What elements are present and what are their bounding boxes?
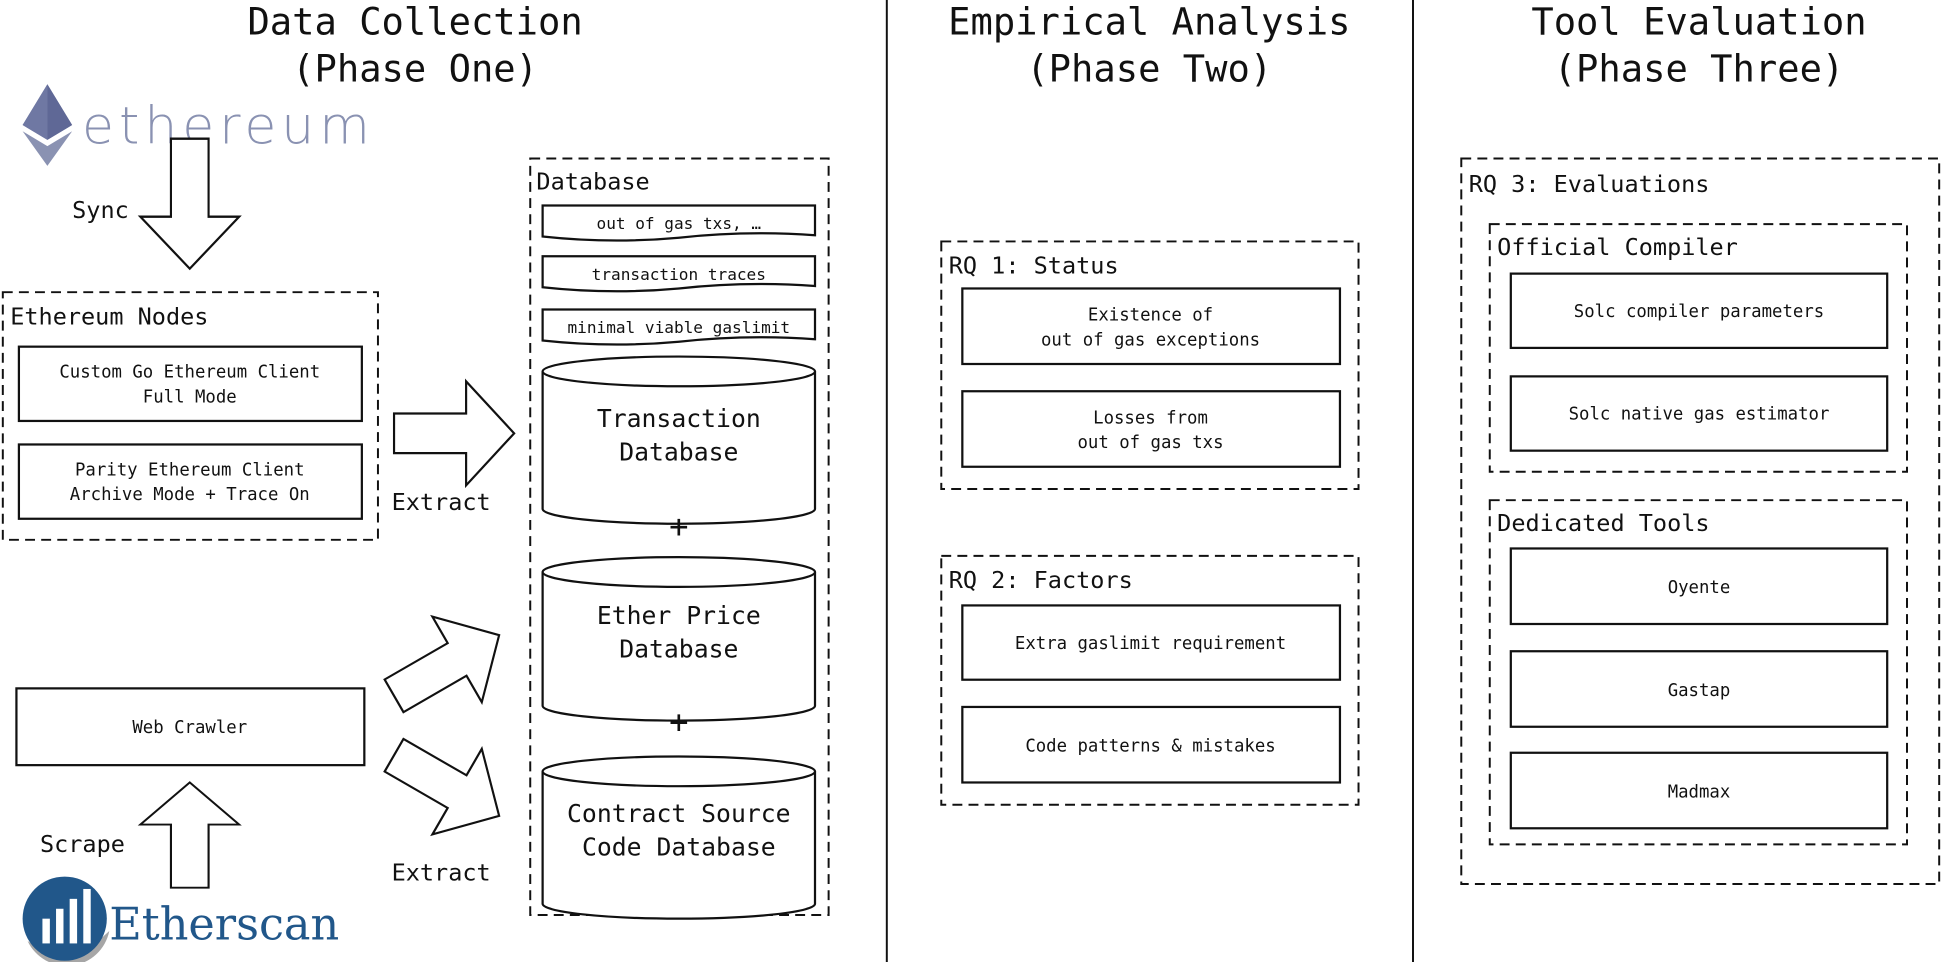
phase-three-title: Tool Evaluation (1531, 1, 1866, 44)
box-text: Solc native gas estimator (1569, 405, 1830, 425)
phase-two-title: Empirical Analysis (948, 1, 1350, 44)
extract-arrow (392, 380, 516, 487)
ether-price-database-cylinder: Ether Price Database (541, 556, 817, 722)
svg-text:Etherscan: Etherscan (109, 899, 339, 951)
plus-sign: + (669, 507, 688, 545)
database-label: Database (536, 167, 649, 195)
box-text: Losses from (1093, 408, 1208, 428)
phase-one-subtitle: (Phase One) (292, 48, 538, 91)
scrape-arrow (139, 781, 241, 889)
box-text: Extra gaslimit requirement (1015, 634, 1286, 654)
crawler-extract-arrow (368, 591, 525, 740)
transaction-database-cylinder: Transaction Database (541, 355, 817, 525)
slip-minimal-gaslimit: minimal viable gaslimit (541, 308, 817, 346)
phase-one-title: Data Collection (247, 1, 582, 44)
box-text: Web Crawler (132, 718, 247, 738)
ethereum-nodes-label: Ethereum Nodes (10, 302, 208, 330)
box-text: Custom Go Ethereum Client (59, 363, 320, 383)
box-text: Parity Ethereum Client (75, 460, 305, 480)
scrape-label: Scrape (40, 830, 125, 858)
rq1-losses-box (961, 390, 1342, 468)
cylinder-text: Contract Source (567, 799, 791, 828)
cylinder-text: Code Database (582, 833, 776, 862)
extract-label: Extract (392, 858, 491, 886)
phase-three-subtitle: (Phase Three) (1554, 48, 1845, 91)
slip-transaction-traces: transaction traces (541, 255, 817, 293)
box-text: Gastap (1668, 681, 1731, 701)
cylinder-text: Database (619, 438, 738, 467)
box-text: Solc compiler parameters (1574, 302, 1824, 322)
rq3-label: RQ 3: Evaluations (1469, 170, 1710, 198)
geth-client-box (17, 345, 363, 423)
rq1-existence-box (961, 287, 1342, 366)
etherscan-logo: Etherscan (22, 876, 339, 962)
cylinder-text: Database (619, 634, 738, 663)
parity-client-box (17, 443, 363, 520)
slip-text: out of gas txs, … (597, 214, 762, 233)
dedicated-tools-label: Dedicated Tools (1497, 509, 1709, 537)
cylinder-text: Ether Price (597, 601, 761, 630)
svg-text:ethereum: ethereum (82, 97, 375, 157)
box-text: Full Mode (143, 387, 237, 407)
sync-arrow (139, 137, 241, 270)
source-extract-arrow (368, 711, 525, 860)
phase-two-subtitle: (Phase Two) (1026, 48, 1272, 91)
cylinder-text: Transaction (597, 404, 761, 433)
box-text: Oyente (1668, 578, 1731, 598)
contract-source-database-cylinder: Contract Source Code Database (541, 755, 817, 920)
box-text: Code patterns & mistakes (1025, 737, 1275, 757)
box-text: out of gas txs (1077, 433, 1223, 453)
box-text: Existence of (1088, 306, 1213, 326)
diagram: Data Collection (Phase One) Empirical An… (1, 0, 1941, 962)
extract-label: Extract (392, 488, 491, 516)
slip-text: minimal viable gaslimit (567, 318, 790, 337)
sync-label: Sync (72, 196, 129, 224)
rq1-label: RQ 1: Status (949, 252, 1119, 280)
plus-sign: + (669, 703, 688, 741)
box-text: Archive Mode + Trace On (70, 485, 310, 505)
slip-text: transaction traces (592, 265, 766, 284)
box-text: out of gas exceptions (1041, 330, 1260, 350)
box-text: Madmax (1668, 782, 1731, 802)
slip-out-of-gas: out of gas txs, … (541, 204, 817, 242)
official-compiler-label: Official Compiler (1497, 233, 1738, 261)
rq2-label: RQ 2: Factors (949, 566, 1133, 594)
